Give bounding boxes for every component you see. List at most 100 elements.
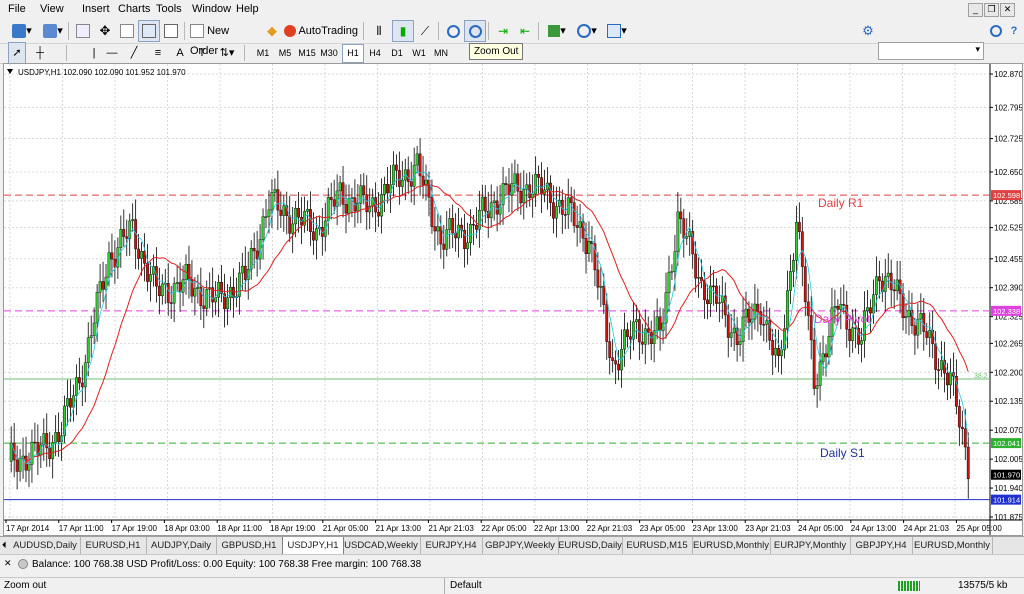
candle-bull	[291, 223, 295, 234]
help-button[interactable]: ?	[1004, 20, 1024, 42]
zoom-out-button[interactable]	[464, 20, 486, 42]
arrows-tool[interactable]: ⇅▾	[214, 42, 240, 64]
candle-bear	[694, 253, 698, 279]
profiles-button[interactable]: ▾	[38, 20, 68, 42]
tab-eurusd-h1[interactable]: EURUSD,H1	[80, 537, 147, 554]
periods-button[interactable]: ▾	[572, 20, 602, 42]
chart-shift-button[interactable]: ⇤	[514, 20, 536, 42]
candle-bull	[400, 179, 404, 187]
auto-trading-button[interactable]: AutoTrading	[283, 20, 361, 42]
trendline-tool[interactable]: ╱	[124, 42, 144, 64]
timeframe-m5[interactable]: M5	[274, 44, 296, 63]
chart-window[interactable]: 102.870 102.795 102.725 102.650 102.585 102.5…	[3, 63, 1023, 536]
tab-audjpy-daily[interactable]: AUDJPY,Daily	[146, 537, 217, 554]
candle-bull	[30, 441, 34, 465]
candle-bear	[516, 173, 520, 192]
crosshair-tool[interactable]: ┼	[30, 42, 50, 64]
candle-bull	[92, 322, 96, 336]
candlestick-button[interactable]: ▮	[392, 20, 414, 42]
candle-bull	[140, 251, 143, 259]
candle-bull	[27, 464, 31, 471]
terminal-panel: ✕ Balance: 100 768.38 USD Profit/Loss: 0…	[0, 554, 1024, 575]
navigator-button[interactable]: ✥	[94, 20, 116, 42]
timeframe-m15[interactable]: M15	[296, 44, 318, 63]
market-watch-button[interactable]	[72, 20, 94, 42]
candle-bull	[634, 319, 638, 323]
tab-audusd-daily[interactable]: AUDUSD,Daily	[10, 537, 81, 554]
candle-bull	[821, 353, 825, 363]
meta-editor-button[interactable]: ◆	[261, 20, 283, 42]
close-button[interactable]: ✕	[1000, 3, 1015, 17]
tab-usdjpy-h1[interactable]: USDJPY,H1	[282, 537, 344, 555]
tab-gbpjpy-h4[interactable]: GBPJPY,H4	[850, 537, 913, 554]
cursor-tool[interactable]: ➚	[8, 42, 26, 64]
new-chart-button[interactable]: ▾	[6, 20, 38, 42]
candle-bear	[800, 231, 804, 267]
minimize-button[interactable]: _	[968, 3, 983, 17]
line-chart-button[interactable]: ⟋	[414, 20, 436, 42]
menu-view[interactable]: View	[40, 3, 64, 15]
menu-help[interactable]: Help	[236, 3, 259, 15]
menu-file[interactable]: File	[8, 3, 26, 15]
search-icon	[990, 25, 1002, 38]
search-button[interactable]	[986, 20, 1006, 42]
timeframe-h1[interactable]: H1	[342, 44, 364, 63]
candle-bull	[554, 206, 558, 219]
tab-eurjpy-h4[interactable]: EURJPY,H4	[420, 537, 483, 554]
candle-bull	[392, 164, 395, 185]
timeframe-mn[interactable]: MN	[430, 44, 452, 63]
menu-insert[interactable]: Insert	[82, 3, 110, 15]
tab-scroll-icon[interactable]: ⏴	[2, 540, 7, 551]
candle-bull	[107, 252, 111, 278]
label-tool[interactable]: T	[192, 42, 212, 64]
zoom-in-button[interactable]	[442, 20, 464, 42]
time-tick-label: 18 Apr 19:00	[270, 524, 316, 533]
separator	[68, 22, 69, 40]
terminal-close-icon[interactable]: ✕	[4, 558, 12, 569]
tab-eurusd-monthly[interactable]: EURUSD,Monthly	[912, 537, 993, 554]
restore-button[interactable]: ❐	[984, 3, 999, 17]
candle-bear	[809, 315, 813, 341]
time-tick-label: 22 Apr 13:00	[534, 524, 580, 533]
indicators-button[interactable]: ▾	[542, 20, 572, 42]
price-tick-label: 102.200	[994, 368, 1022, 377]
timeframe-w1[interactable]: W1	[408, 44, 430, 63]
candle-bull	[226, 297, 229, 310]
timeframe-m30[interactable]: M30	[318, 44, 340, 63]
menu-charts[interactable]: Charts	[118, 3, 150, 15]
tab-gbpusd-h1[interactable]: GBPUSD,H1	[216, 537, 283, 554]
time-tick-label: 17 Apr 2014	[6, 524, 50, 533]
menu-tools[interactable]: Tools	[156, 3, 182, 15]
auto-scroll-button[interactable]: ⇥	[492, 20, 514, 42]
settings-button[interactable]: ⚙	[858, 20, 878, 42]
candle-bear	[913, 325, 917, 336]
time-tick-label: 24 Apr 05:00	[798, 524, 844, 533]
tab-eurjpy-monthly[interactable]: EURJPY,Monthly	[770, 537, 851, 554]
timeframe-h4[interactable]: H4	[364, 44, 386, 63]
tab-eurusd-daily[interactable]: EURUSD,Daily	[558, 537, 623, 554]
horizontal-line-tool[interactable]: —	[102, 42, 122, 64]
tab-eurusd-m15[interactable]: EURUSD,M15	[622, 537, 693, 554]
strategy-tester-button[interactable]	[160, 20, 182, 42]
price-chart[interactable]: 102.870102.795102.725102.650102.585102.5…	[4, 64, 1022, 535]
new-order-button[interactable]: New Order	[189, 20, 261, 57]
data-window-button[interactable]	[116, 20, 138, 42]
vertical-line-tool[interactable]: |	[84, 42, 104, 64]
bar-chart-button[interactable]: ⫴	[368, 20, 390, 42]
timeframe-m1[interactable]: M1	[252, 44, 274, 63]
terminal-button[interactable]	[138, 20, 160, 42]
time-tick-label: 21 Apr 21:03	[428, 524, 474, 533]
text-tool[interactable]: A	[170, 42, 190, 64]
candle-bull	[267, 209, 271, 217]
tab-eurusd-monthly[interactable]: EURUSD,Monthly	[692, 537, 771, 554]
candle-bull	[744, 308, 748, 318]
channel-tool[interactable]: ≡	[148, 42, 168, 64]
candle-bear	[584, 238, 588, 254]
candlestick-icon: ▮	[399, 24, 407, 39]
menu-window[interactable]: Window	[192, 3, 231, 15]
tab-gbpjpy-weekly[interactable]: GBPJPY,Weekly	[482, 537, 559, 554]
timeframe-d1[interactable]: D1	[386, 44, 408, 63]
templates-button[interactable]: ▾	[602, 20, 632, 42]
price-tag-label-r1: 102.598	[993, 191, 1020, 200]
tab-usdcad-weekly[interactable]: USDCAD,Weekly	[342, 537, 421, 554]
